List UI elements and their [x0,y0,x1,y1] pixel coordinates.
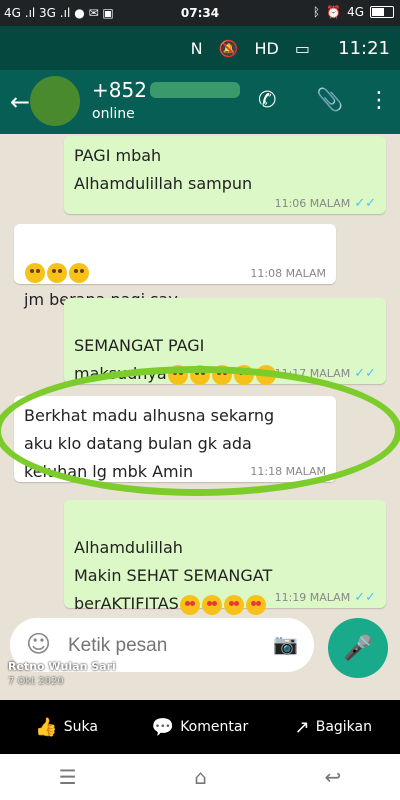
home-icon[interactable]: ⌂ [194,765,207,789]
share-button[interactable]: ↗ Bagikan [267,700,400,754]
inner-clock: 11:21 [338,37,390,59]
nfc-icon: N [190,38,203,58]
bluetooth-icon: ᛒ [312,5,321,19]
read-receipt-icon: ✓✓ [354,196,376,211]
system-nav-bar: ☰ ⌂ ↩ [0,754,400,800]
message-content: Alhamdulillah Makin SEHAT SEMANGAT berAK… [64,500,386,624]
chat-area: PAGI mbah Alhamdulillah sampun 11:06 MAL… [0,134,400,700]
outer-status-bar: 4G .ıl 3G .ıl ● ✉ ▣ 07:34 ᛒ ⏰ 4G [0,0,400,26]
menu-icon[interactable]: ☰ [59,765,77,789]
heart-eyes-emoji-icon [201,594,222,615]
message-time: 11:19 MALAM [274,591,351,604]
message-time: 11:06 MALAM [274,197,351,210]
card-icon: ▭ [294,38,310,58]
read-receipt-icon: ✓✓ [354,366,376,381]
share-icon: ↗ [294,716,310,738]
chat-header: ← +852 online ✆ 📎 ⋮ [0,70,400,134]
post-owner-name[interactable]: Retno Wulan Sari [8,660,116,673]
like-icon: 👍 [35,716,58,738]
alarm-icon: ⏰ [326,5,342,19]
camera-icon[interactable]: 📷 [273,632,298,656]
message-text: PAGI mbah Alhamdulillah sampun [74,146,253,193]
redaction-mark [150,82,240,98]
message-meta: 11:06 MALAM ✓✓ [274,196,376,211]
share-label: Bagikan [315,719,372,735]
heart-eyes-emoji-icon [245,594,266,615]
heart-eyes-emoji-icon [223,594,244,615]
comment-label: Komentar [180,719,249,735]
attach-icon[interactable]: 📎 [316,88,343,113]
inner-status-bar: N 🔕 HD ▭ 11:21 [0,26,400,70]
contact-status: online [92,106,135,122]
more-options-icon[interactable]: ⋮ [368,88,390,113]
comment-icon: 💬 [151,716,175,738]
microphone-icon: 🎤 [343,634,373,662]
highlight-circle [0,366,400,496]
grin-emoji-icon [47,262,67,283]
post-date: 7 Okt 2020 [8,676,64,687]
emoji-icon[interactable]: ☺ [26,630,51,658]
message-time: 11:08 MALAM [250,267,326,280]
comment-button[interactable]: 💬 Komentar [133,700,266,754]
phone-call-icon[interactable]: ✆ [258,88,276,113]
read-receipt-icon: ✓✓ [354,590,376,605]
network-type: 4G [347,5,364,19]
back-icon[interactable]: ↩ [324,765,341,789]
status-right: ᛒ ⏰ 4G [313,5,394,19]
inner-status-icons: N 🔕 HD ▭ [191,39,310,58]
post-action-bar: 👍 Suka 💬 Komentar ↗ Bagikan [0,700,400,754]
message-meta: 11:19 MALAM ✓✓ [274,590,376,605]
message-meta: 11:08 MALAM [250,268,326,280]
grin-emoji-icon [69,262,89,283]
grin-emoji-icon [25,262,45,283]
message-bubble[interactable]: PAGI mbah Alhamdulillah sampun 11:06 MAL… [64,136,386,214]
contact-avatar[interactable] [30,76,80,126]
contact-number[interactable]: +852 [92,78,147,102]
hd-signal-icon: HD [254,38,279,58]
heart-eyes-emoji-icon [179,594,200,615]
mic-button[interactable]: 🎤 [328,618,388,678]
message-input[interactable] [66,630,260,662]
back-arrow-icon[interactable]: ← [10,88,30,116]
like-button[interactable]: 👍 Suka [0,700,133,754]
message-bubble[interactable]: jm berapa pagi say 11:08 MALAM [14,224,336,309]
like-label: Suka [63,719,98,735]
message-bubble[interactable]: Alhamdulillah Makin SEHAT SEMANGAT berAK… [64,500,386,615]
mute-icon: 🔕 [218,38,239,58]
battery-icon [370,6,394,18]
